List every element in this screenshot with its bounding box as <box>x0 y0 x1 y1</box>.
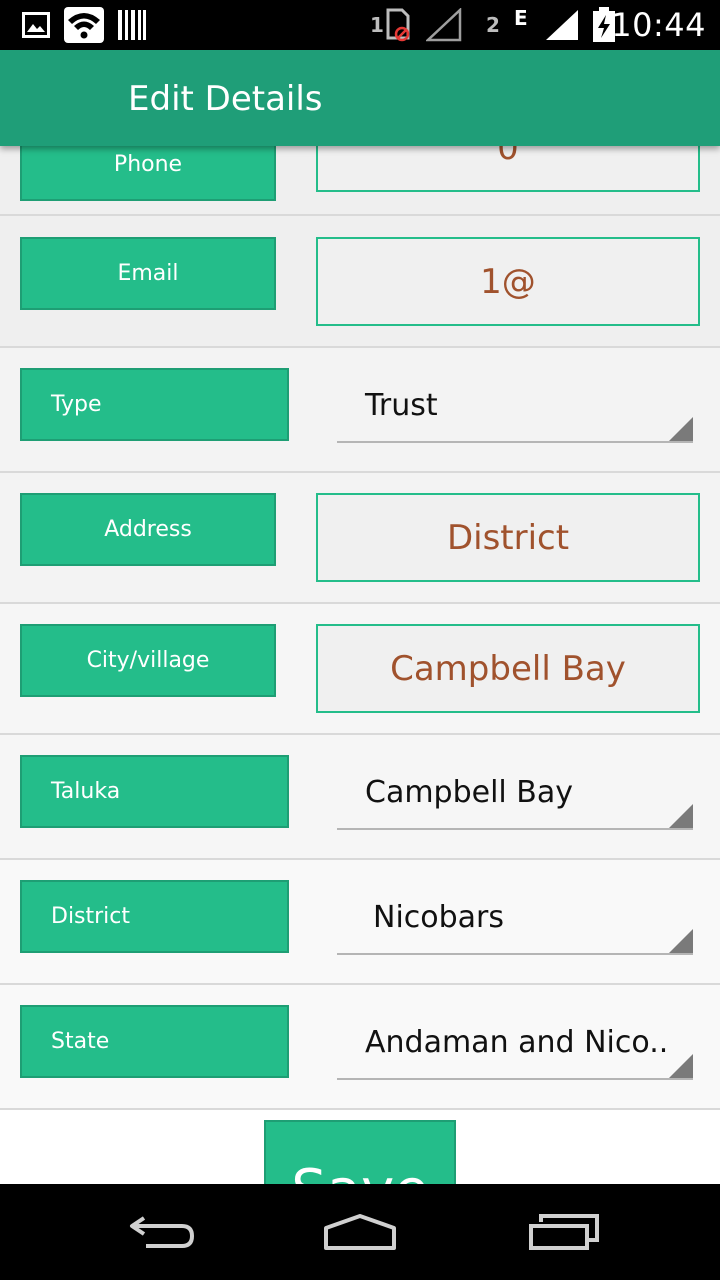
sim2-label: 2 <box>486 13 500 37</box>
status-bar: 1 2 E 10:44 <box>0 0 720 50</box>
type-dropdown-value: Trust <box>365 388 438 423</box>
form-row-email: Email 1@ <box>0 216 720 348</box>
city-label: City/village <box>20 624 276 697</box>
clock: 10:44 <box>611 6 706 44</box>
type-label: Type <box>20 368 289 441</box>
district-label: District <box>20 880 289 953</box>
phone-field[interactable]: 0 <box>316 146 700 192</box>
dropdown-arrow-icon <box>669 804 693 828</box>
form-row-phone: Phone 0 <box>0 146 720 216</box>
email-label: Email <box>20 237 276 310</box>
form-row-address: Address District <box>0 473 720 604</box>
address-field[interactable]: District <box>316 493 700 582</box>
form-row-taluka: Taluka Campbell Bay <box>0 735 720 860</box>
taluka-dropdown-value: Campbell Bay <box>365 775 574 810</box>
form-row-state: State Andaman and Nico.. <box>0 985 720 1110</box>
signal-icon <box>544 0 580 50</box>
email-field[interactable]: 1@ <box>316 237 700 326</box>
form-row-city: City/village Campbell Bay <box>0 604 720 735</box>
page-title: Edit Details <box>128 79 323 119</box>
dropdown-arrow-icon <box>669 929 693 953</box>
sim-blocked-icon <box>384 0 412 50</box>
city-field[interactable]: Campbell Bay <box>316 624 700 713</box>
signal-empty-icon <box>426 0 462 50</box>
phone-label: Phone <box>20 146 276 201</box>
home-icon[interactable] <box>315 1202 405 1262</box>
form-row-type: Type Trust <box>0 348 720 473</box>
wifi-icon <box>64 0 104 50</box>
form-row-district: District Nicobars <box>0 860 720 985</box>
app-bar: Edit Details <box>0 50 720 146</box>
form-scroll-area[interactable]: Phone 0 Email 1@ Type Trust Address Dist… <box>0 146 720 1184</box>
type-dropdown[interactable]: Trust <box>337 370 693 443</box>
recent-apps-icon[interactable] <box>518 1202 608 1262</box>
dropdown-arrow-icon <box>669 417 693 441</box>
district-dropdown[interactable]: Nicobars <box>337 882 693 955</box>
address-label: Address <box>20 493 276 566</box>
state-dropdown[interactable]: Andaman and Nico.. <box>337 1007 693 1080</box>
dropdown-arrow-icon <box>669 1054 693 1078</box>
state-dropdown-value: Andaman and Nico.. <box>365 1025 669 1060</box>
navigation-bar <box>0 1184 720 1280</box>
back-icon[interactable] <box>115 1202 205 1262</box>
district-dropdown-value: Nicobars <box>373 900 505 935</box>
network-type-label: E <box>514 6 528 30</box>
taluka-dropdown[interactable]: Campbell Bay <box>337 757 693 830</box>
barcode-icon <box>118 0 146 50</box>
state-label: State <box>20 1005 289 1078</box>
save-button[interactable]: Save <box>264 1120 456 1184</box>
image-notification-icon <box>22 0 50 50</box>
taluka-label: Taluka <box>20 755 289 828</box>
sim1-label: 1 <box>370 13 384 37</box>
